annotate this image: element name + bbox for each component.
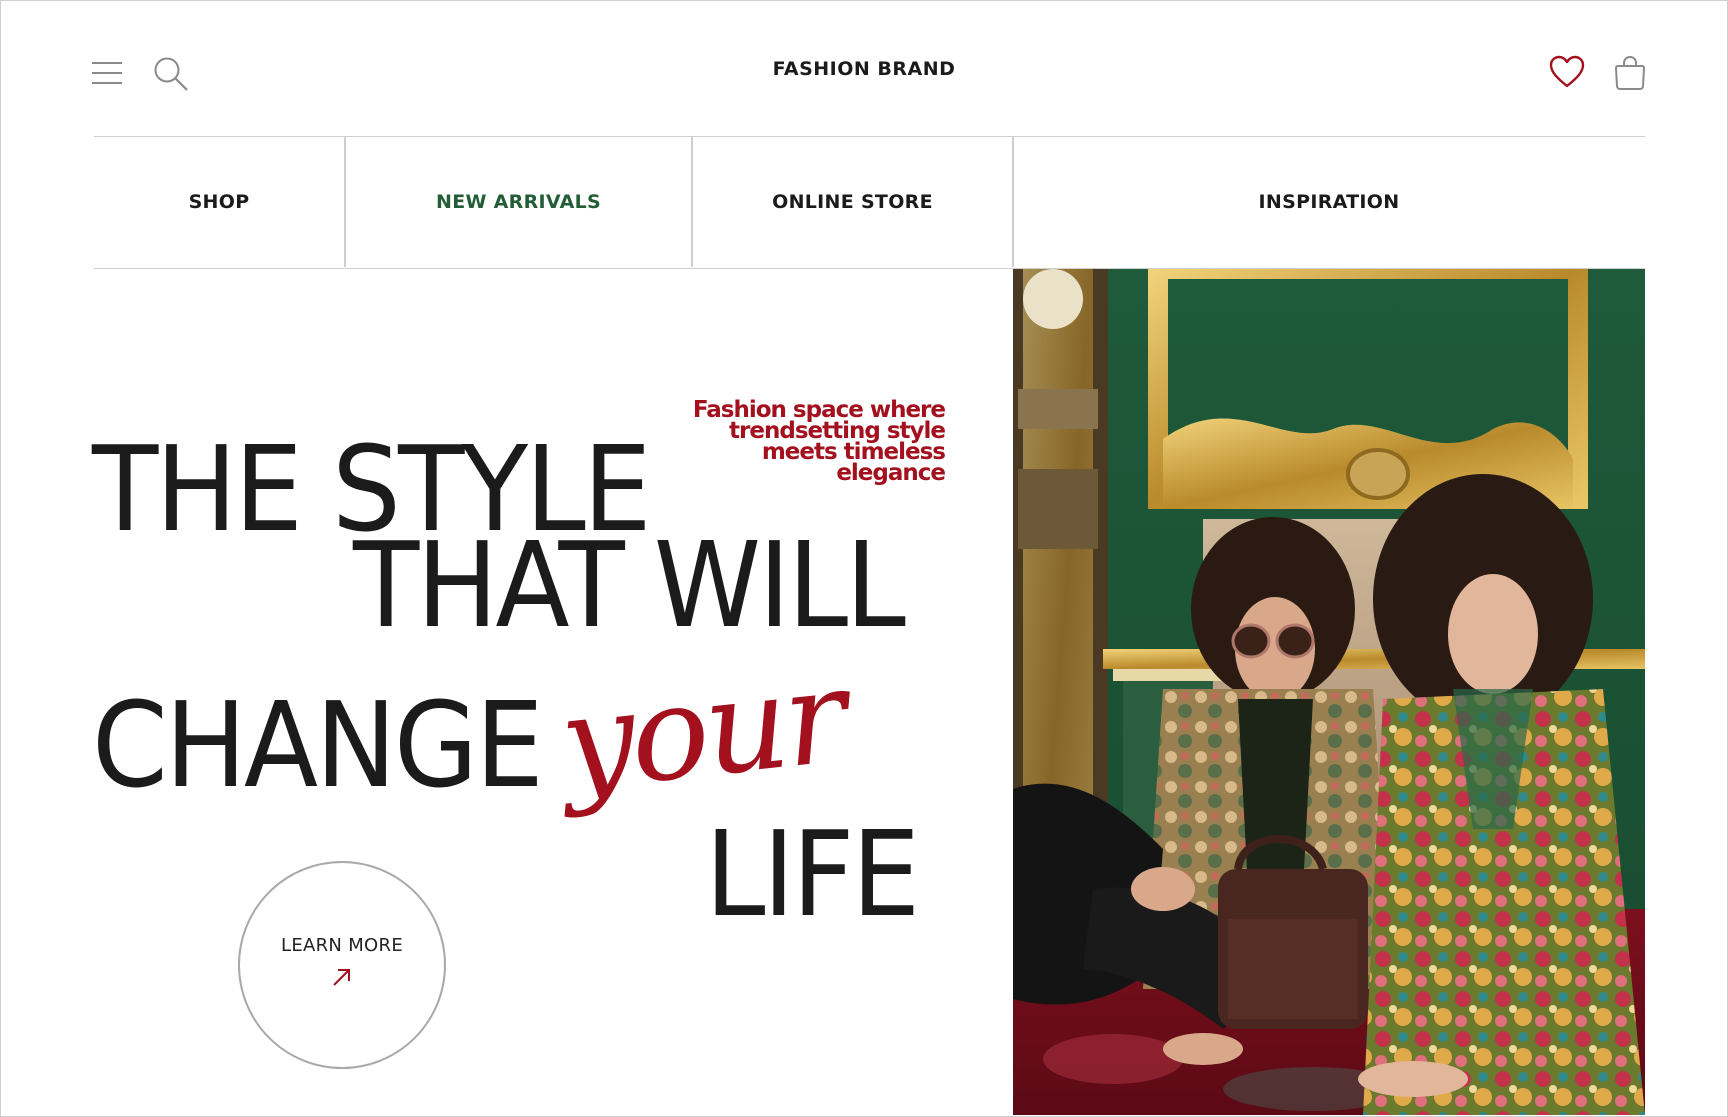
learn-more-label: LEARN MORE — [281, 934, 403, 956]
nav-item-shop[interactable]: SHOP — [94, 137, 344, 267]
brand-logo[interactable]: FASHION BRAND — [0, 58, 1728, 80]
tagline-line: elegance — [836, 460, 946, 486]
arrow-up-right-icon — [333, 968, 350, 986]
hero-tagline: Fashion space where trendsetting style m… — [660, 399, 946, 486]
nav-item-inspiration[interactable]: INSPIRATION — [1013, 137, 1645, 267]
heart-icon[interactable] — [1549, 55, 1585, 89]
main-nav: SHOP NEW ARRIVALS ONLINE STORE INSPIRATI… — [94, 136, 1645, 269]
learn-more-button[interactable]: LEARN MORE — [238, 861, 446, 1069]
hero-image — [1013, 269, 1645, 1115]
nav-item-online-store[interactable]: ONLINE STORE — [692, 137, 1013, 267]
headline-line-2: THAT WILL — [353, 516, 906, 654]
headline-line-3: CHANGE — [92, 676, 544, 814]
headline-script-word: your — [553, 639, 850, 821]
nav-item-new-arrivals[interactable]: NEW ARRIVALS — [345, 137, 692, 267]
headline-line-4: LIFE — [705, 805, 920, 943]
shopping-bag-icon[interactable] — [1614, 55, 1646, 91]
